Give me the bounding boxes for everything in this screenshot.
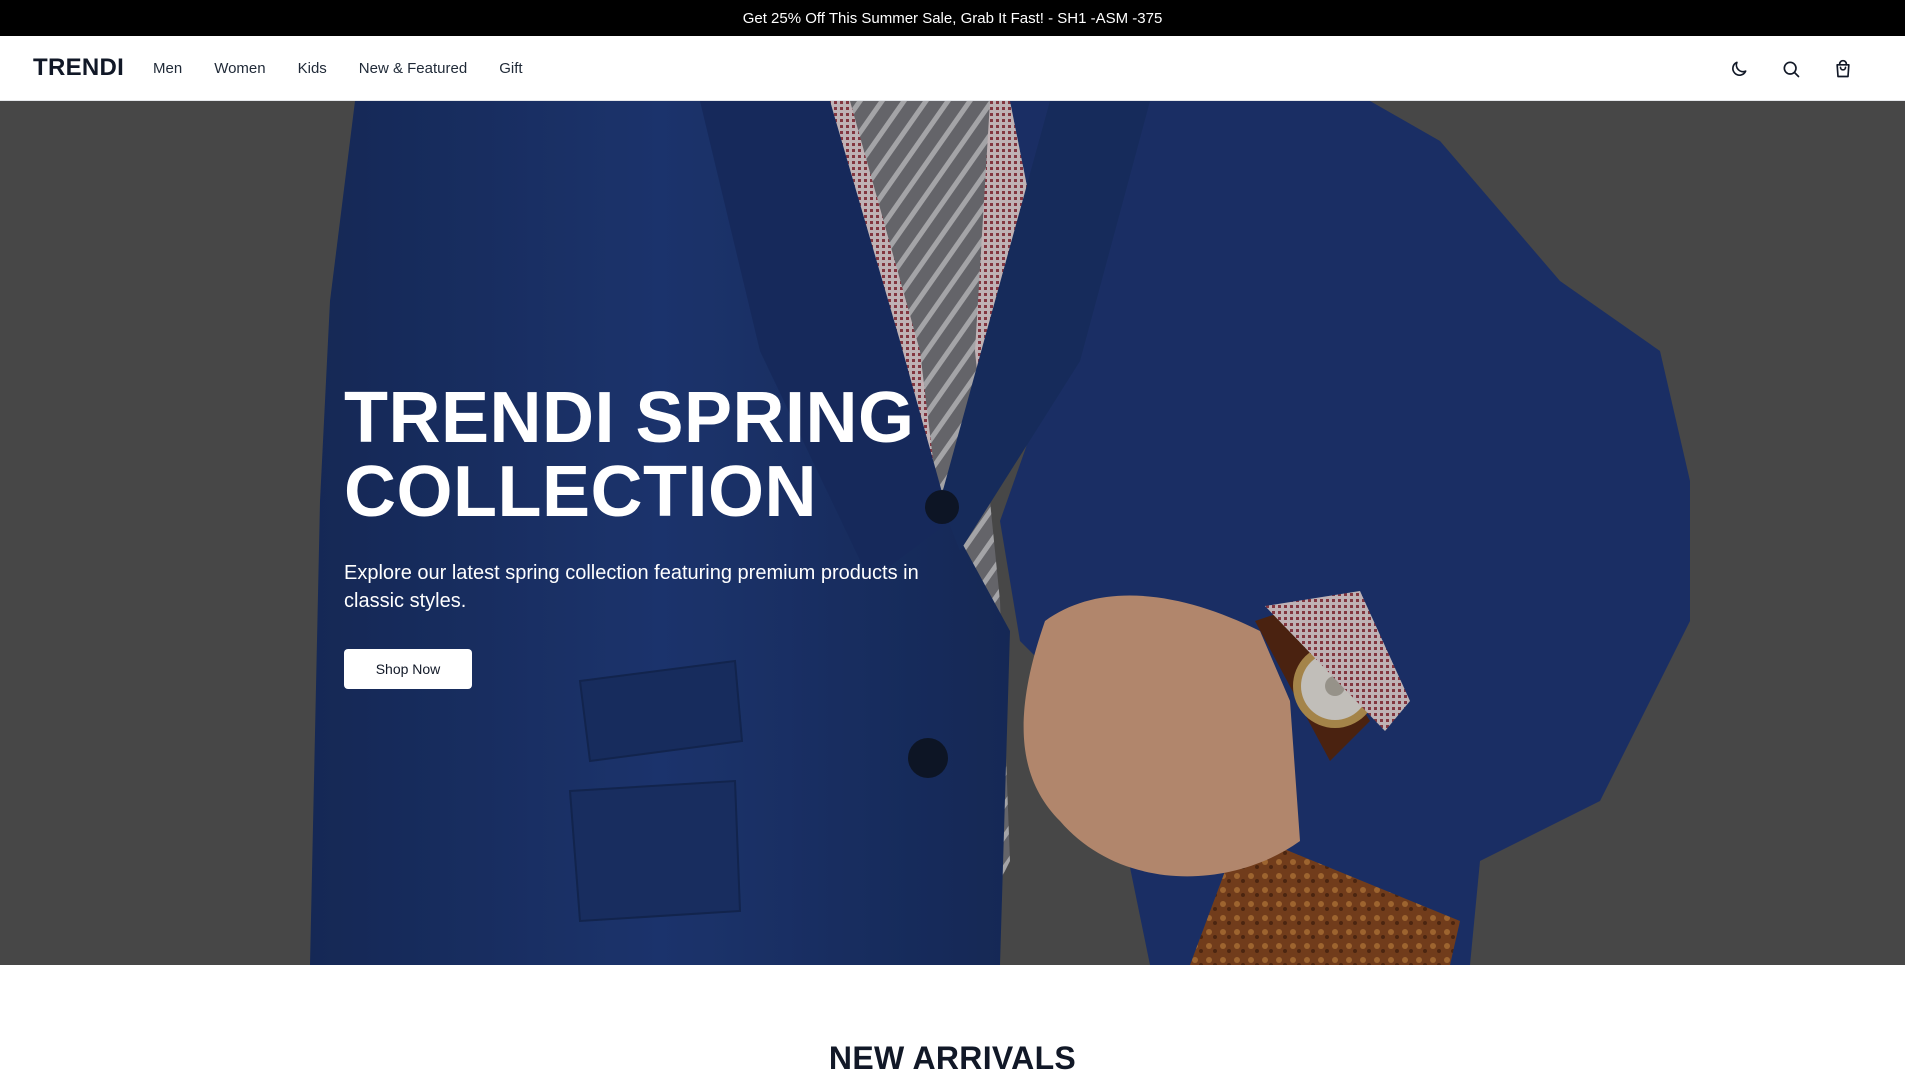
moon-icon — [1732, 61, 1747, 76]
search-icon — [1783, 61, 1800, 78]
main-nav: Men Women Kids New & Featured Gift — [153, 36, 555, 101]
nav-item-new-featured[interactable]: New & Featured — [359, 60, 467, 77]
nav-item-men[interactable]: Men — [153, 60, 182, 77]
hero-content: TRENDI SPRING COLLECTION Explore our lat… — [344, 381, 984, 689]
hero-title-line-2: COLLECTION — [344, 452, 817, 532]
theme-toggle-button[interactable] — [1727, 57, 1751, 81]
nav-item-gift[interactable]: Gift — [499, 60, 522, 77]
nav-item-kids[interactable]: Kids — [298, 60, 327, 77]
shop-now-button[interactable]: Shop Now — [344, 649, 472, 689]
search-button[interactable] — [1779, 57, 1803, 81]
announcement-link[interactable]: Get 25% Off This Summer Sale, Grab It Fa… — [743, 10, 1163, 27]
hero-title-line-1: TRENDI SPRING — [344, 378, 915, 458]
site-header: TRENDI Men Women Kids New & Featured Gif… — [0, 36, 1905, 101]
hero-subtitle: Explore our latest spring collection fea… — [344, 562, 919, 612]
logo[interactable]: TRENDI — [33, 54, 124, 82]
shopping-bag-icon — [1836, 59, 1850, 78]
nav-item-women[interactable]: Women — [214, 60, 265, 77]
announcement-bar: Get 25% Off This Summer Sale, Grab It Fa… — [0, 0, 1905, 36]
cart-button[interactable] — [1831, 57, 1855, 81]
hero-banner: TRENDI SPRING COLLECTION Explore our lat… — [0, 101, 1905, 965]
new-arrivals-title: NEW ARRIVALS — [828, 1040, 1077, 1076]
hero-title: TRENDI SPRING COLLECTION — [344, 381, 984, 529]
